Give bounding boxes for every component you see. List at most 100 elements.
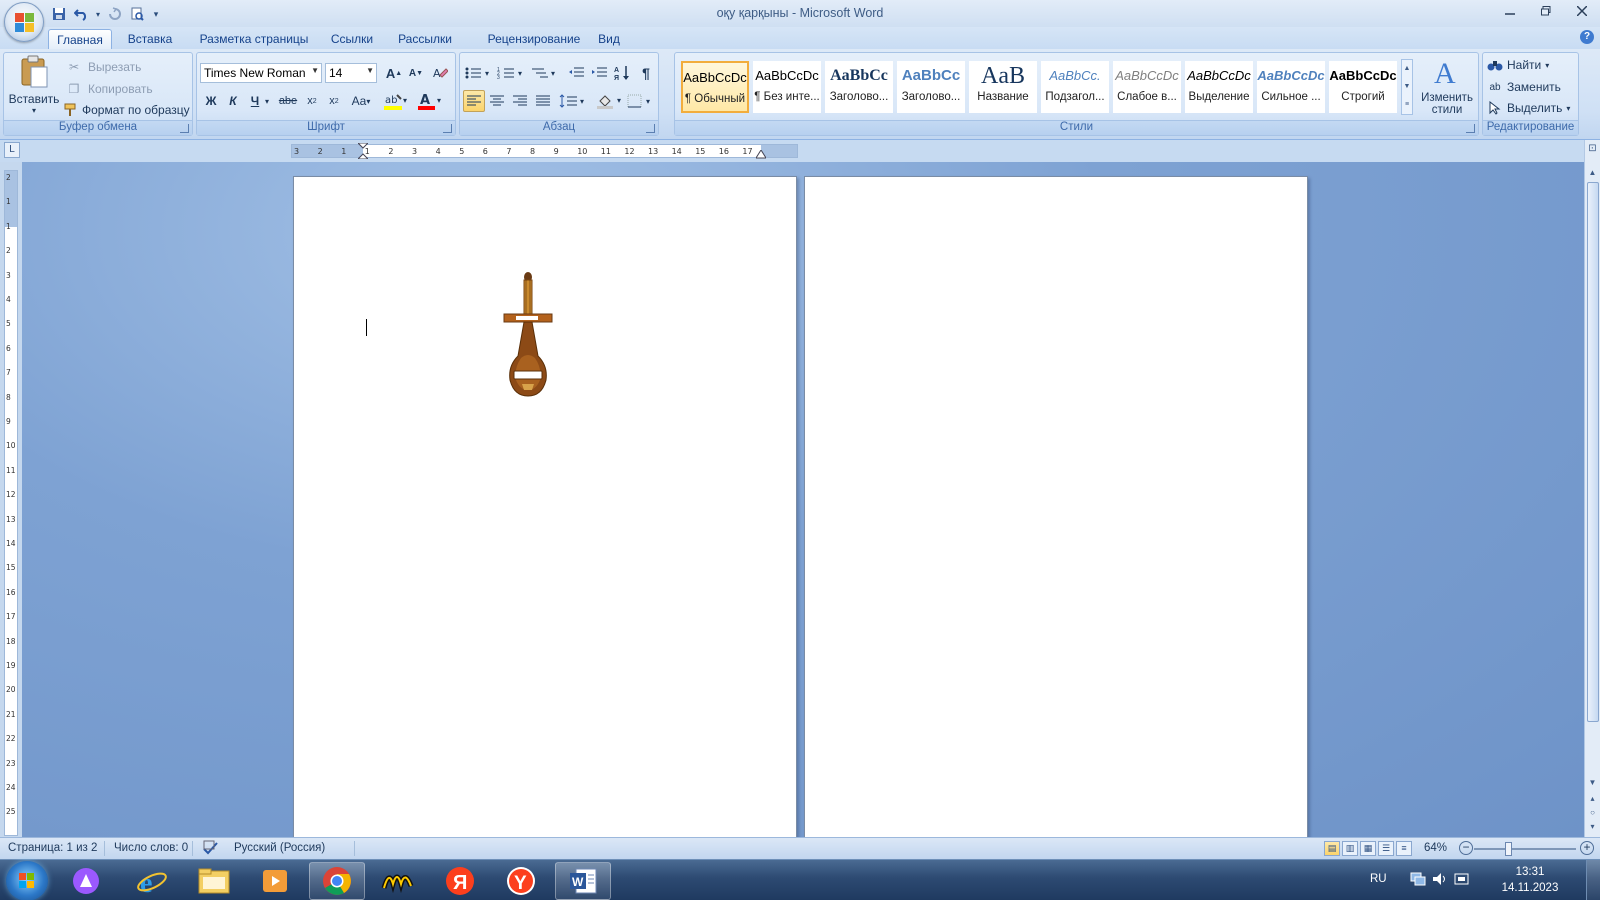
superscript-icon[interactable]: x2 — [323, 90, 345, 112]
numbering-icon[interactable]: 1 2 3 ▾ — [496, 62, 526, 84]
tab-references[interactable]: Ссылки — [324, 29, 380, 49]
align-left-icon[interactable] — [463, 90, 485, 112]
dombra-image[interactable] — [502, 272, 554, 398]
input-language[interactable]: RU — [1370, 873, 1387, 885]
underline-dropdown-icon[interactable]: ▾ — [262, 90, 272, 112]
zoom-slider-track[interactable] — [1474, 848, 1576, 850]
volume-icon[interactable] — [1432, 872, 1448, 889]
tab-selector-icon[interactable]: L — [4, 142, 20, 158]
previous-page-icon[interactable]: ▴ — [1585, 792, 1600, 806]
page-count-status[interactable]: Страница: 1 из 2 — [8, 842, 97, 854]
scroll-down-icon[interactable]: ▼ — [1585, 776, 1600, 790]
style-normal[interactable]: AaBbCcDc ¶ Обычный — [681, 61, 749, 113]
multilevel-list-icon[interactable]: ▾ — [529, 62, 559, 84]
restore-icon[interactable] — [1528, 0, 1564, 22]
bullets-icon[interactable]: ▾ — [463, 62, 493, 84]
office-button[interactable] — [4, 2, 44, 42]
style-emphasis[interactable]: AaBbCcDc Выделение — [1185, 61, 1253, 113]
sort-icon[interactable]: AЯ — [611, 62, 633, 84]
decrease-indent-icon[interactable] — [565, 62, 587, 84]
spelling-check-icon[interactable] — [202, 840, 220, 859]
bold-button[interactable]: Ж — [200, 90, 222, 112]
format-painter-button[interactable]: Формат по образцу — [64, 100, 190, 120]
scroll-thumb[interactable] — [1587, 182, 1599, 722]
next-page-icon[interactable]: ▾ — [1585, 820, 1600, 834]
tab-home[interactable]: Главная — [48, 29, 112, 49]
replace-button[interactable]: ab Заменить — [1487, 77, 1561, 97]
cut-button[interactable]: ✂ Вырезать — [64, 57, 141, 77]
tab-review[interactable]: Рецензирование — [470, 29, 598, 49]
increase-indent-icon[interactable] — [588, 62, 610, 84]
gallery-more-icon[interactable]: ≡ — [1402, 96, 1412, 114]
grow-font-icon[interactable]: A ▲ — [383, 62, 405, 84]
network-icon[interactable] — [1410, 872, 1426, 889]
language-status[interactable]: Русский (Россия) — [234, 842, 325, 854]
select-button[interactable]: Выделить ▾ — [1487, 98, 1570, 118]
borders-icon[interactable]: ▾ — [626, 90, 656, 112]
ruler-toggle-icon[interactable]: ⊡ — [1585, 142, 1600, 156]
right-indent-marker-icon[interactable] — [756, 150, 766, 159]
strikethrough-icon[interactable]: abe — [277, 90, 299, 112]
microsoft-word-icon[interactable]: W — [555, 862, 611, 900]
full-screen-reading-icon[interactable]: ▥ — [1342, 841, 1358, 856]
zoom-out-icon[interactable]: − — [1459, 841, 1473, 855]
media-player-icon[interactable] — [247, 862, 303, 900]
draft-view-icon[interactable]: ≡ — [1396, 841, 1412, 856]
italic-button[interactable]: К — [222, 90, 244, 112]
align-right-icon[interactable] — [509, 90, 531, 112]
yandex-icon[interactable]: Я — [432, 862, 488, 900]
justify-icon[interactable] — [532, 90, 554, 112]
yandex-browser-icon[interactable]: Y — [493, 862, 549, 900]
action-center-icon[interactable] — [1454, 872, 1470, 889]
style-title[interactable]: AaB Название — [969, 61, 1037, 113]
styles-launcher-icon[interactable] — [1466, 124, 1475, 133]
scroll-up-icon[interactable]: ▲ — [1585, 166, 1600, 180]
subscript-icon[interactable]: x2 — [301, 90, 323, 112]
paste-dropdown-icon[interactable]: ▾ — [8, 106, 60, 115]
change-case-button[interactable]: Aa ▾ — [347, 90, 375, 112]
paste-button[interactable]: Вставить ▾ — [8, 55, 60, 119]
show-desktop-button[interactable] — [1586, 860, 1600, 900]
style-strong[interactable]: AaBbCcDc Строгий — [1329, 61, 1397, 113]
gallery-up-icon[interactable]: ▲ — [1402, 60, 1412, 78]
clipboard-launcher-icon[interactable] — [180, 124, 189, 133]
indent-marker-icon[interactable] — [358, 143, 368, 159]
horizontal-ruler[interactable]: 3 2 1 1 2 3 4 5 6 7 8 9 10 11 12 13 14 15 16 17 — [291, 143, 798, 159]
font-name-combo[interactable]: Times New Roman ▼ — [200, 63, 322, 83]
print-layout-view-icon[interactable]: ▤ — [1324, 841, 1340, 856]
change-styles-button[interactable]: A Изменить стили — [1417, 55, 1477, 119]
style-heading-2[interactable]: AaBbCc Заголово... — [897, 61, 965, 113]
font-size-combo[interactable]: 14 ▼ — [325, 63, 377, 83]
highlight-color-button[interactable]: ab ▾ — [381, 90, 411, 112]
web-layout-icon[interactable]: ▦ — [1360, 841, 1376, 856]
zoom-slider-thumb[interactable] — [1505, 842, 1512, 856]
page-2[interactable] — [804, 176, 1308, 837]
vertical-scrollbar[interactable]: ⊡ ▲ ▼ ▴ ○ ▾ — [1584, 140, 1600, 837]
browse-object-icon[interactable]: ○ — [1585, 806, 1600, 820]
style-subtitle[interactable]: AaBbCc. Подзагол... — [1041, 61, 1109, 113]
styles-gallery-scroll[interactable]: ▲ ▼ ≡ — [1401, 59, 1413, 115]
word-count-status[interactable]: Число слов: 0 — [114, 842, 188, 854]
outline-view-icon[interactable]: ☰ — [1378, 841, 1394, 856]
alice-app-icon[interactable] — [58, 862, 114, 900]
shrink-font-icon[interactable]: A ▼ — [405, 62, 427, 84]
show-marks-icon[interactable]: ¶ — [635, 62, 657, 84]
google-chrome-icon[interactable] — [309, 862, 365, 900]
tab-insert[interactable]: Вставка — [118, 29, 182, 49]
zoom-in-icon[interactable]: + — [1580, 841, 1594, 855]
paragraph-launcher-icon[interactable] — [646, 124, 655, 133]
clock[interactable]: 13:31 14.11.2023 — [1495, 864, 1565, 896]
align-center-icon[interactable] — [486, 90, 508, 112]
shading-icon[interactable]: ▾ — [595, 90, 625, 112]
font-launcher-icon[interactable] — [443, 124, 452, 133]
style-no-spacing[interactable]: AaBbCcDc ¶ Без инте... — [753, 61, 821, 113]
start-button[interactable] — [6, 861, 48, 900]
yandex-market-icon[interactable] — [370, 862, 426, 900]
internet-explorer-icon[interactable]: e — [124, 862, 180, 900]
document-workspace[interactable] — [22, 162, 1584, 837]
style-intense-emphasis[interactable]: AaBbCcDc Сильное ... — [1257, 61, 1325, 113]
gallery-down-icon[interactable]: ▼ — [1402, 78, 1412, 96]
help-icon[interactable]: ? — [1580, 30, 1594, 44]
find-button[interactable]: Найти ▾ — [1487, 55, 1549, 75]
tab-page-layout[interactable]: Разметка страницы — [190, 29, 318, 49]
